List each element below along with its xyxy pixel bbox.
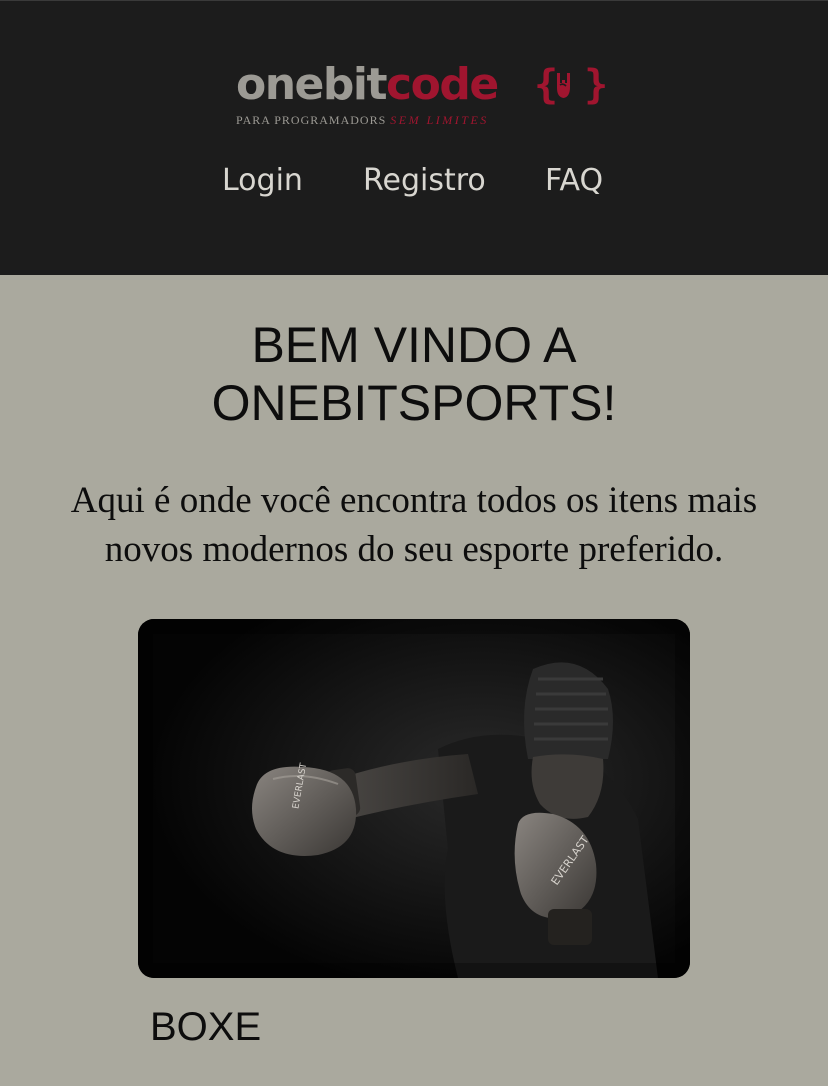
welcome-title-line2: ONEBITSPORTS! — [211, 375, 617, 431]
logo-brace-close: } — [584, 62, 609, 108]
logo-tagline: PARA PROGRAMADORS SEM LIMITES — [236, 113, 489, 128]
nav-login-link[interactable]: Login — [222, 161, 303, 201]
welcome-title: BEM VINDO A ONEBITSPORTS! — [100, 316, 728, 432]
welcome-title-line1: BEM VINDO A — [251, 317, 577, 373]
logo-wordmark: onebitcode — [236, 59, 499, 111]
intro-line2: novos modernos do seu esporte preferido. — [104, 529, 724, 570]
nav-registro-link[interactable]: Registro — [363, 161, 486, 201]
onebitcode-logo[interactable]: onebitcode {} PARA PROGRAMADORS SEM LIMI… — [236, 59, 608, 129]
page: onebitcode {} PARA PROGRAMADORS SEM LIMI… — [0, 0, 828, 1086]
boxer-photo-icon: EVERLAST EVERLAST — [138, 619, 690, 978]
site-header: onebitcode {} PARA PROGRAMADORS SEM LIMI… — [0, 0, 828, 275]
boxe-card-title[interactable]: BOXE — [150, 1004, 261, 1050]
intro-line1: Aqui é onde você encontra todos os itens… — [70, 480, 758, 521]
intro-text: Aqui é onde você encontra todos os itens… — [30, 476, 798, 574]
logo-wordmark-red: code — [386, 59, 499, 110]
logo-tagline-accent: SEM LIMITES — [390, 113, 489, 127]
boxe-card-image[interactable]: EVERLAST EVERLAST — [138, 619, 690, 978]
logo-tagline-main: PARA PROGRAMADORS — [236, 113, 387, 127]
logo-wordmark-gray: onebit — [236, 59, 388, 110]
main-nav: Login Registro FAQ — [0, 161, 828, 205]
rock-hand-icon — [557, 73, 570, 98]
nav-faq-link[interactable]: FAQ — [545, 161, 603, 201]
